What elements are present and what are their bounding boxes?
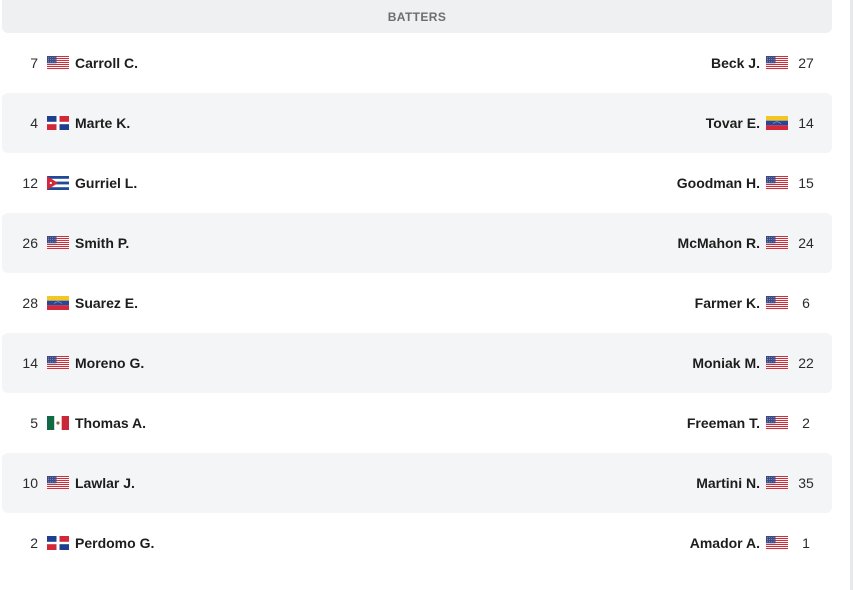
home-batter[interactable]: Tovar E. 14 <box>706 115 832 131</box>
player-name: Marte K. <box>75 115 131 131</box>
jersey-number: 5 <box>30 415 38 431</box>
jersey-number: 12 <box>22 175 38 191</box>
player-name: Moreno G. <box>75 355 145 371</box>
player-name: Thomas A. <box>75 415 147 431</box>
mexico-flag-icon <box>47 416 69 430</box>
us-flag-icon <box>766 176 788 190</box>
venezuela-flag-icon <box>766 116 788 130</box>
away-batter[interactable]: 7 Carroll C. <box>2 55 138 71</box>
player-name: Martini N. <box>696 475 760 491</box>
jersey-number: 35 <box>798 475 814 491</box>
lineup-row: 28 Suarez E. Farmer K. 6 <box>2 273 832 333</box>
home-batter[interactable]: Freeman T. 2 <box>687 415 832 431</box>
section-header: BATTERS <box>2 0 832 33</box>
jersey-number: 1 <box>802 535 810 551</box>
away-batter[interactable]: 26 Smith P. <box>2 235 129 251</box>
player-name: Beck J. <box>710 55 760 71</box>
cuba-flag-icon <box>47 176 69 190</box>
lineup-row: 7 Carroll C. Beck J. 27 <box>2 33 832 93</box>
away-batter[interactable]: 2 Perdomo G. <box>2 535 154 551</box>
jersey-number: 15 <box>798 175 814 191</box>
player-name: Carroll C. <box>75 55 139 71</box>
jersey-number: 4 <box>30 115 38 131</box>
dominican-republic-flag-icon <box>47 116 69 130</box>
player-name: Lawlar J. <box>75 475 135 491</box>
away-batter[interactable]: 14 Moreno G. <box>2 355 144 371</box>
home-batter[interactable]: Amador A. 1 <box>690 535 832 551</box>
player-name: Moniak M. <box>692 355 760 371</box>
batters-lineup-panel: BATTERS 7 Carroll C. Beck J. 27 4 Marte K. Tov… <box>2 0 832 573</box>
home-batter[interactable]: Beck J. 27 <box>711 55 832 71</box>
us-flag-icon <box>766 296 788 310</box>
dominican-republic-flag-icon <box>47 536 69 550</box>
home-batter[interactable]: McMahon R. 24 <box>678 235 832 251</box>
jersey-number: 2 <box>30 535 38 551</box>
away-batter[interactable]: 4 Marte K. <box>2 115 130 131</box>
player-name: Perdomo G. <box>75 535 155 551</box>
lineup-rows: 7 Carroll C. Beck J. 27 4 Marte K. Tovar E. 14 1… <box>2 33 832 573</box>
away-batter[interactable]: 12 Gurriel L. <box>2 175 137 191</box>
jersey-number: 6 <box>802 295 810 311</box>
player-name: Amador A. <box>689 535 760 551</box>
us-flag-icon <box>766 536 788 550</box>
lineup-row: 2 Perdomo G. Amador A. 1 <box>2 513 832 573</box>
jersey-number: 28 <box>22 295 38 311</box>
jersey-number: 2 <box>802 415 810 431</box>
lineup-row: 26 Smith P. McMahon R. 24 <box>2 213 832 273</box>
player-name: Suarez E. <box>75 295 139 311</box>
lineup-row: 12 Gurriel L. Goodman H. 15 <box>2 153 832 213</box>
player-name: Tovar E. <box>705 115 760 131</box>
us-flag-icon <box>47 356 69 370</box>
us-flag-icon <box>47 476 69 490</box>
player-name: Gurriel L. <box>75 175 138 191</box>
home-batter[interactable]: Goodman H. 15 <box>677 175 832 191</box>
jersey-number: 14 <box>22 355 38 371</box>
jersey-number: 14 <box>798 115 814 131</box>
lineup-row: 10 Lawlar J. Martini N. 35 <box>2 453 832 513</box>
us-flag-icon <box>766 476 788 490</box>
venezuela-flag-icon <box>47 296 69 310</box>
us-flag-icon <box>766 236 788 250</box>
us-flag-icon <box>47 56 69 70</box>
home-batter[interactable]: Moniak M. 22 <box>692 355 832 371</box>
home-batter[interactable]: Farmer K. 6 <box>695 295 832 311</box>
us-flag-icon <box>766 356 788 370</box>
away-batter[interactable]: 28 Suarez E. <box>2 295 138 311</box>
away-batter[interactable]: 5 Thomas A. <box>2 415 146 431</box>
jersey-number: 27 <box>798 55 814 71</box>
lineup-row: 4 Marte K. Tovar E. 14 <box>2 93 832 153</box>
player-name: McMahon R. <box>677 235 760 251</box>
us-flag-icon <box>766 56 788 70</box>
player-name: Goodman H. <box>676 175 760 191</box>
jersey-number: 24 <box>798 235 814 251</box>
away-batter[interactable]: 10 Lawlar J. <box>2 475 135 491</box>
lineup-row: 5 Thomas A. Freeman T. 2 <box>2 393 832 453</box>
jersey-number: 7 <box>30 55 38 71</box>
us-flag-icon <box>47 236 69 250</box>
player-name: Farmer K. <box>694 295 760 311</box>
section-title: BATTERS <box>387 9 447 24</box>
player-name: Smith P. <box>75 235 130 251</box>
jersey-number: 10 <box>22 475 38 491</box>
jersey-number: 26 <box>22 235 38 251</box>
lineup-row: 14 Moreno G. Moniak M. 22 <box>2 333 832 393</box>
us-flag-icon <box>766 416 788 430</box>
home-batter[interactable]: Martini N. 35 <box>696 475 832 491</box>
jersey-number: 22 <box>798 355 814 371</box>
player-name: Freeman T. <box>686 415 760 431</box>
